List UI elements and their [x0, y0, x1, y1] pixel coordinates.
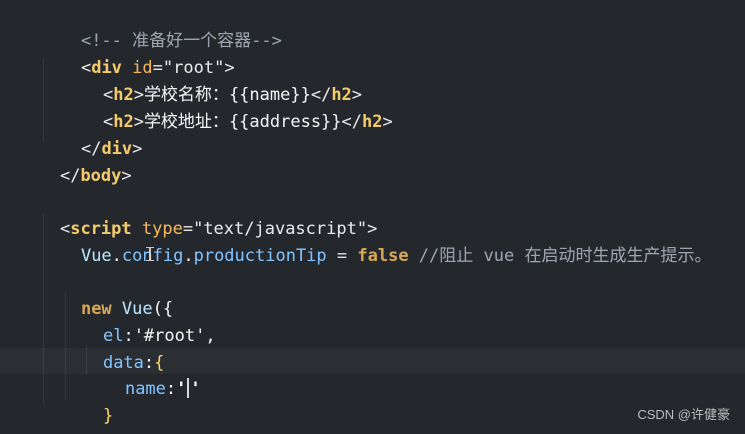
line-data-close[interactable]: }: [62, 377, 113, 426]
comma-token: ,: [205, 326, 216, 346]
text-cursor-icon: [146, 247, 154, 261]
vue-identifier: Vue: [80, 246, 112, 266]
csdn-watermark: CSDN @许健豪: [637, 407, 730, 422]
code-editor[interactable]: <!-- 准备好一个容器--> <div id="root"> <h2>学校名称…: [0, 0, 745, 434]
dot-token: .: [183, 246, 194, 266]
string-open-quote: ': [176, 379, 187, 399]
string-close-quote: ': [190, 379, 201, 399]
line-body-close[interactable]: </body>: [19, 137, 132, 186]
config-property: config: [121, 246, 184, 266]
closing-tag-close: >: [382, 112, 393, 132]
line-script-open[interactable]: <script type="text/javascript">: [19, 190, 377, 239]
name-key: name: [124, 379, 166, 399]
closing-tag-open: </: [59, 166, 81, 186]
address-expression: {{address}}: [228, 112, 342, 132]
line-div-close[interactable]: </div>: [40, 110, 142, 159]
assignment-operator: =: [326, 246, 358, 266]
colon-token: :: [165, 379, 177, 399]
line-production-tip[interactable]: Vue.config.productionTip = false //阻止 vu…: [40, 217, 712, 266]
line-data-option[interactable]: data:{: [62, 324, 164, 373]
object-close-brace: }: [102, 406, 114, 426]
closing-tag-close: >: [121, 166, 132, 186]
line-school-name[interactable]: <h2>学校名称：{{name}}</h2>: [62, 56, 362, 105]
school-address-label: 学校地址：: [143, 112, 229, 132]
line-school-address[interactable]: <h2>学校地址：{{address}}</h2>: [62, 83, 393, 132]
javascript-comment: //阻止 vue 在启动时生成生产提示。: [408, 246, 712, 266]
line-new-vue[interactable]: new Vue({: [40, 270, 173, 319]
closing-tag-close: >: [132, 139, 143, 159]
line-comment[interactable]: <!-- 准备好一个容器-->: [40, 2, 282, 51]
false-keyword: false: [357, 246, 409, 266]
dot-token: .: [111, 246, 122, 266]
line-vue-close[interactable]: }): [40, 404, 101, 434]
closing-tag-open: </: [341, 112, 363, 132]
production-tip-property: productionTip: [193, 246, 327, 266]
closing-tag-body: body: [80, 166, 122, 186]
line-div-open[interactable]: <div id="root">: [40, 29, 235, 78]
line-el-option[interactable]: el:'#root',: [62, 297, 216, 346]
line-name-property[interactable]: name:' ': [84, 350, 201, 399]
closing-tag-h2: h2: [362, 112, 383, 132]
